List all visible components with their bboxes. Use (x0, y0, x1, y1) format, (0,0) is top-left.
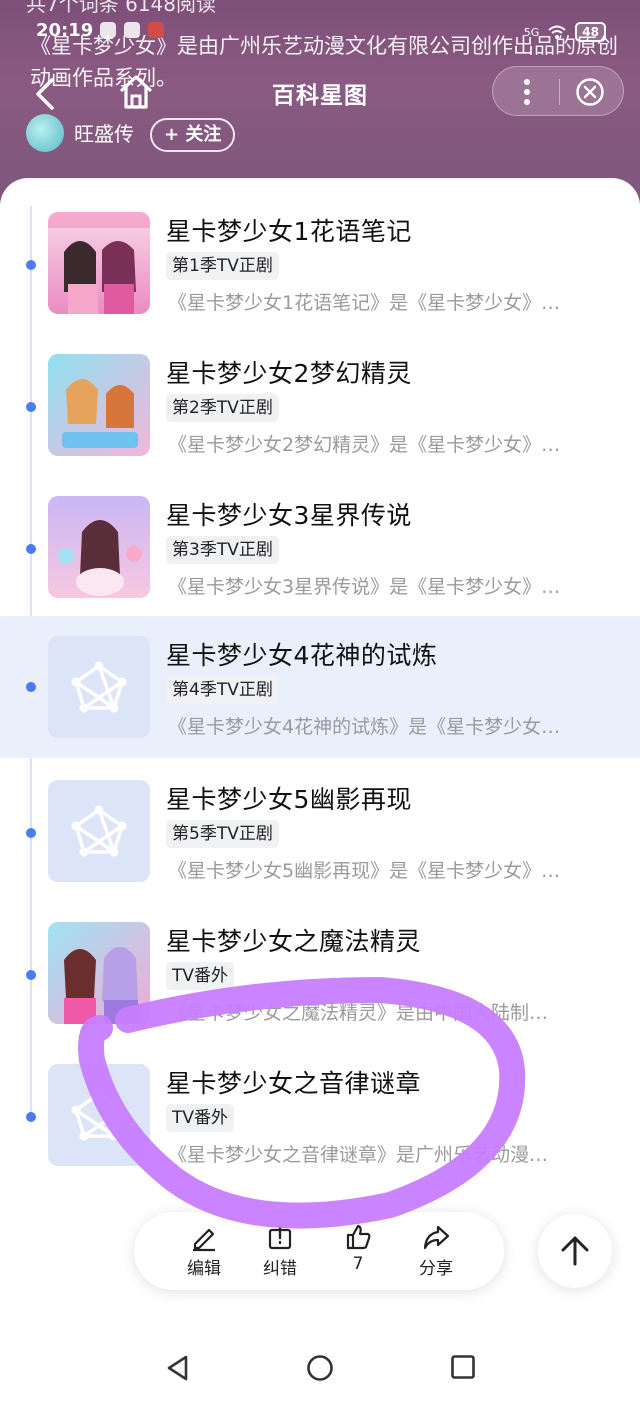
app-icon (148, 22, 164, 38)
pencil-icon (193, 1228, 215, 1252)
network-label: 5G (523, 25, 540, 39)
timeline-dot (26, 260, 36, 270)
item-tag: TV番外 (166, 1104, 235, 1132)
cover-thumbnail (48, 354, 150, 456)
item-description: 《星卡梦少女3星界传说》是《星卡梦少女》… (168, 576, 561, 598)
correct-button[interactable]: 纠错 (250, 1222, 310, 1279)
correct-label: 纠错 (263, 1259, 297, 1279)
item-description: 《星卡梦少女之魔法精灵》是由中国大陆制… (168, 1002, 549, 1024)
item-title: 星卡梦少女之魔法精灵 (166, 927, 422, 956)
cover-placeholder (48, 1064, 150, 1166)
like-count: 7 (352, 1254, 364, 1274)
item-description: 《星卡梦少女5幽影再现》是《星卡梦少女》… (168, 860, 561, 882)
mini-program-capsule (492, 66, 624, 116)
item-tag: TV番外 (166, 962, 235, 990)
item-description: 《星卡梦少女1花语笔记》是《星卡梦少女》… (168, 292, 561, 314)
battery-indicator: 48 (575, 22, 606, 42)
item-title: 星卡梦少女4花神的试炼 (166, 641, 438, 670)
timeline-dot (26, 828, 36, 838)
wifi-icon (548, 25, 566, 39)
edit-button[interactable]: 编辑 (174, 1222, 234, 1279)
cover-thumbnail (48, 212, 150, 314)
notification-icons (100, 22, 164, 38)
item-title: 星卡梦少女5幽影再现 (166, 785, 412, 814)
list-item[interactable]: 星卡梦少女3星界传说 第3季TV正剧 《星卡梦少女3星界传说》是《星卡梦少女》… (0, 492, 640, 634)
back-to-top-button[interactable] (538, 1214, 612, 1288)
item-tag: 第4季TV正剧 (166, 676, 279, 704)
timeline-dot (26, 970, 36, 980)
cover-thumbnail (48, 922, 150, 1024)
thumbs-up-icon (346, 1224, 371, 1250)
cover-placeholder (48, 780, 150, 882)
status-bar: 20:19 5G 48 (0, 0, 640, 42)
timeline-dot (26, 1112, 36, 1122)
follow-button[interactable]: + 关注 (150, 118, 236, 152)
star-graph-icon (71, 805, 127, 857)
list-item[interactable]: 星卡梦少女5幽影再现 第5季TV正剧 《星卡梦少女5幽影再现》是《星卡梦少女》… (0, 776, 640, 918)
arrow-up-icon (561, 1236, 589, 1266)
timeline-dot (26, 682, 36, 692)
star-graph-icon (71, 661, 127, 713)
item-tag: 第3季TV正剧 (166, 536, 279, 564)
cover-placeholder (48, 636, 150, 738)
edit-label: 编辑 (187, 1259, 221, 1279)
capsule-divider (559, 79, 560, 105)
nav-recents-square-icon[interactable] (450, 1354, 476, 1380)
app-icon (124, 22, 140, 38)
item-title: 星卡梦少女3星界传说 (166, 501, 412, 530)
like-button[interactable]: 7 (328, 1222, 388, 1274)
item-description: 《星卡梦少女之音律谜章》是广州乐艺动漫… (168, 1144, 549, 1166)
more-dots-icon[interactable] (515, 78, 539, 106)
item-tag: 第5季TV正剧 (166, 820, 279, 848)
nav-back-triangle-icon[interactable] (164, 1354, 192, 1382)
system-nav-bar (0, 1318, 640, 1408)
item-tag: 第1季TV正剧 (166, 252, 279, 280)
star-graph-icon (71, 1089, 127, 1141)
share-arrow-icon (423, 1225, 450, 1250)
author-avatar[interactable] (26, 114, 64, 152)
action-toolbar: 编辑 纠错 7 分享 (134, 1212, 504, 1290)
error-report-icon (268, 1224, 292, 1250)
nav-home-circle-icon[interactable] (306, 1354, 334, 1382)
app-icon (100, 22, 116, 38)
cover-thumbnail (48, 496, 150, 598)
item-title: 星卡梦少女2梦幻精灵 (166, 359, 412, 388)
item-title: 星卡梦少女之音律谜章 (166, 1069, 422, 1098)
list-item[interactable]: 星卡梦少女之魔法精灵 TV番外 《星卡梦少女之魔法精灵》是由中国大陆制… (0, 918, 640, 1060)
status-time: 20:19 (36, 20, 94, 41)
list-item[interactable]: 星卡梦少女1花语笔记 第1季TV正剧 《星卡梦少女1花语笔记》是《星卡梦少女》… (0, 208, 640, 350)
item-title: 星卡梦少女1花语笔记 (166, 217, 412, 246)
timeline-dot (26, 402, 36, 412)
item-description: 《星卡梦少女2梦幻精灵》是《星卡梦少女》… (168, 434, 561, 456)
share-label: 分享 (419, 1259, 453, 1279)
item-tag: 第2季TV正剧 (166, 394, 279, 422)
item-description: 《星卡梦少女4花神的试炼》是《星卡梦少女… (168, 716, 561, 738)
share-button[interactable]: 分享 (406, 1222, 466, 1279)
close-circle-icon[interactable] (575, 77, 605, 107)
list-item[interactable]: 星卡梦少女之音律谜章 TV番外 《星卡梦少女之音律谜章》是广州乐艺动漫… (0, 1060, 640, 1202)
list-item-selected[interactable]: 星卡梦少女4花神的试炼 第4季TV正剧 《星卡梦少女4花神的试炼》是《星卡梦少女… (0, 616, 640, 758)
status-icons-right: 5G 48 (524, 22, 606, 42)
list-item[interactable]: 星卡梦少女2梦幻精灵 第2季TV正剧 《星卡梦少女2梦幻精灵》是《星卡梦少女》… (0, 350, 640, 492)
author-name[interactable]: 旺盛传 (74, 118, 134, 147)
timeline-dot (26, 544, 36, 554)
